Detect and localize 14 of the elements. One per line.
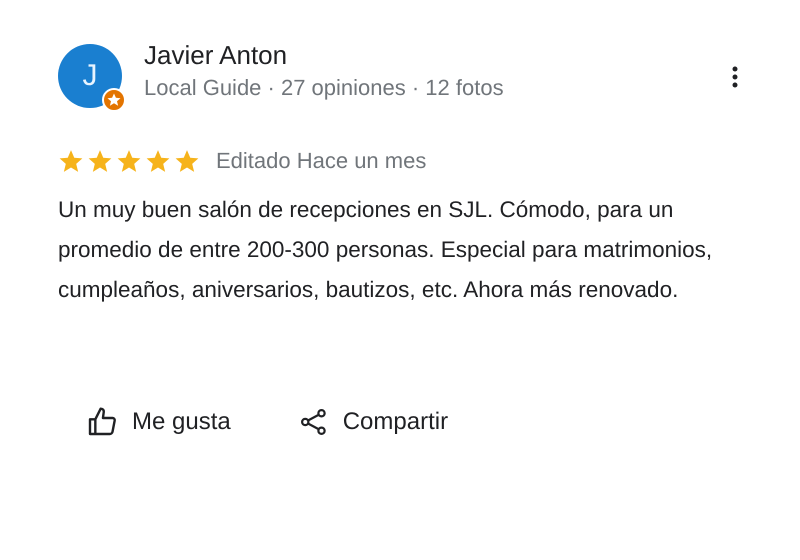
star-icon [174, 148, 200, 174]
star-icon [116, 148, 142, 174]
review-date: Editado Hace un mes [216, 148, 426, 174]
review-text: Un muy buen salón de recepciones en SJL. Cómodo, para un promedio de entre 200-300 personas. Especial para matrimonios, cumpleaños, aniversarios, bautizos, etc. Ahora más renovado. [58, 196, 714, 304]
thumbs-up-icon [86, 406, 118, 438]
star-icon [58, 148, 84, 174]
like-button[interactable]: Me gusta [80, 402, 237, 442]
share-button[interactable]: Compartir [292, 402, 454, 442]
avatar[interactable]: J [58, 44, 122, 108]
star-icon [87, 148, 113, 174]
reviewer-meta: Local Guide · 27 opiniones · 12 fotos [144, 75, 505, 101]
reviewer-name[interactable]: Javier Anton [144, 40, 704, 71]
star-icon [145, 148, 171, 174]
more-icon [732, 66, 738, 88]
